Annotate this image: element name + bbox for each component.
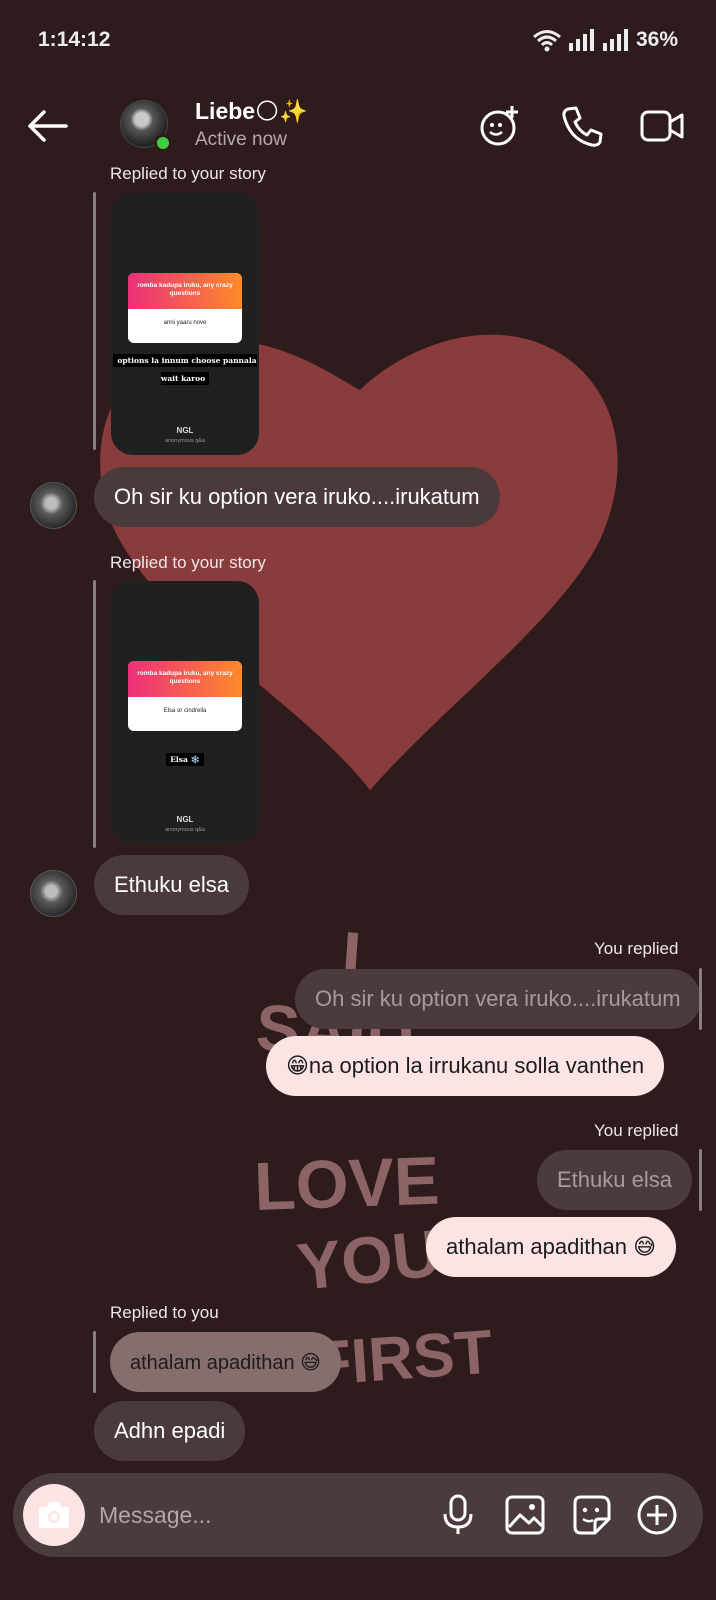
story-brand-name: NGL [176,815,194,824]
quoted-text: athalam apadithan 😅 [130,1351,321,1374]
signal-icon [602,29,628,51]
message-text: Adhn epadi [114,1418,226,1443]
camera-button[interactable] [23,1484,85,1546]
outgoing-message[interactable]: 😁na option la irrukanu solla vanthen [266,1036,665,1096]
chat-header: Liebe🌕✨ Active now [0,90,716,164]
story-question-answer: Elsa or cindrella [163,708,207,714]
replied-to-you-label: Replied to you [110,1303,219,1322]
status-bar: 1:14:12 36% [0,0,716,80]
back-arrow-icon[interactable] [26,108,68,144]
story-question: romba kadupa iruku, any crazy questions [128,661,242,697]
contact-name: Liebe🌕✨ [195,98,308,124]
you-replied-label: You replied [594,1121,679,1140]
story-reply-label: Replied to your story [110,553,266,572]
message-text: 😁na option la irrukanu solla vanthen [286,1053,645,1078]
story-response-text: options la innum choose pannala wait kar… [113,354,257,385]
incoming-message[interactable]: Ethuku elsa [94,855,249,915]
story-question-answer: anni yaaru nove [163,320,207,326]
status-time: 1:14:12 [38,28,111,51]
message-text: Ethuku elsa [114,872,229,897]
sender-avatar[interactable] [30,482,77,529]
story-response-text: Elsa ❄️ [166,753,204,766]
contact-avatar[interactable] [120,100,172,152]
incoming-message[interactable]: Oh sir ku option vera iruko....irukatum [94,467,500,527]
story-question-card: romba kadupa iruku, any crazy questions … [128,661,242,731]
contact-info[interactable]: Liebe🌕✨ Active now [195,98,308,151]
signal-icon [568,29,594,51]
sticker-icon[interactable] [569,1493,613,1537]
story-brand-sub: anonymous q&a [165,438,205,444]
svg-text:LOVE: LOVE [253,1143,441,1225]
message-text: Oh sir ku option vera iruko....irukatum [114,484,480,509]
message-composer [13,1473,703,1557]
quoted-text: Ethuku elsa [557,1167,672,1192]
status-indicators: 36% [532,28,678,52]
chat-theme-background: I SAID LOVE YOU FIRST [100,334,618,1399]
gallery-icon[interactable] [503,1493,547,1537]
message-input[interactable] [99,1495,399,1535]
add-plus-icon[interactable] [635,1493,679,1537]
online-indicator [154,134,172,152]
story-question: romba kadupa iruku, any crazy questions [128,273,242,309]
quoted-message[interactable]: Ethuku elsa [537,1150,692,1210]
sticker-add-icon[interactable] [478,104,522,148]
story-preview[interactable]: romba kadupa iruku, any crazy questions … [111,581,259,843]
quoted-message[interactable]: Oh sir ku option vera iruko....irukatum [295,969,701,1029]
story-response: Elsa ❄️ [111,749,259,767]
video-call-icon[interactable] [640,104,684,148]
quoted-message[interactable]: athalam apadithan 😅 [110,1332,341,1392]
reply-indicator-line [699,1149,702,1211]
outgoing-message[interactable]: athalam apadithan 😅 [426,1217,677,1277]
svg-text:YOU: YOU [294,1215,444,1304]
reply-indicator-line [699,968,702,1030]
story-brand-name: NGL [176,426,194,435]
story-brand-sub: anonymous q&a [165,827,205,833]
wifi-icon [533,30,561,52]
story-reply-label: Replied to your story [110,164,266,183]
reply-indicator-line [93,1331,96,1393]
sender-avatar[interactable] [30,870,77,917]
story-preview[interactable]: romba kadupa iruku, any crazy questions … [111,193,259,455]
microphone-icon[interactable] [436,1493,480,1537]
message-text: athalam apadithan 😅 [446,1234,657,1259]
contact-status: Active now [195,129,287,150]
story-brand: NGL anonymous q&a [111,426,259,444]
story-question-card: romba kadupa iruku, any crazy questions … [128,273,242,343]
reply-indicator-line [93,192,96,450]
story-response: options la innum choose pannala wait kar… [111,350,259,386]
reply-indicator-line [93,580,96,848]
quoted-text: Oh sir ku option vera iruko....irukatum [315,986,681,1011]
battery-level: 36% [635,28,678,51]
camera-icon [39,1502,69,1528]
incoming-message[interactable]: Adhn epadi [94,1401,246,1461]
story-brand: NGL anonymous q&a [111,815,259,833]
phone-call-icon[interactable] [560,104,604,148]
you-replied-label: You replied [594,939,679,958]
